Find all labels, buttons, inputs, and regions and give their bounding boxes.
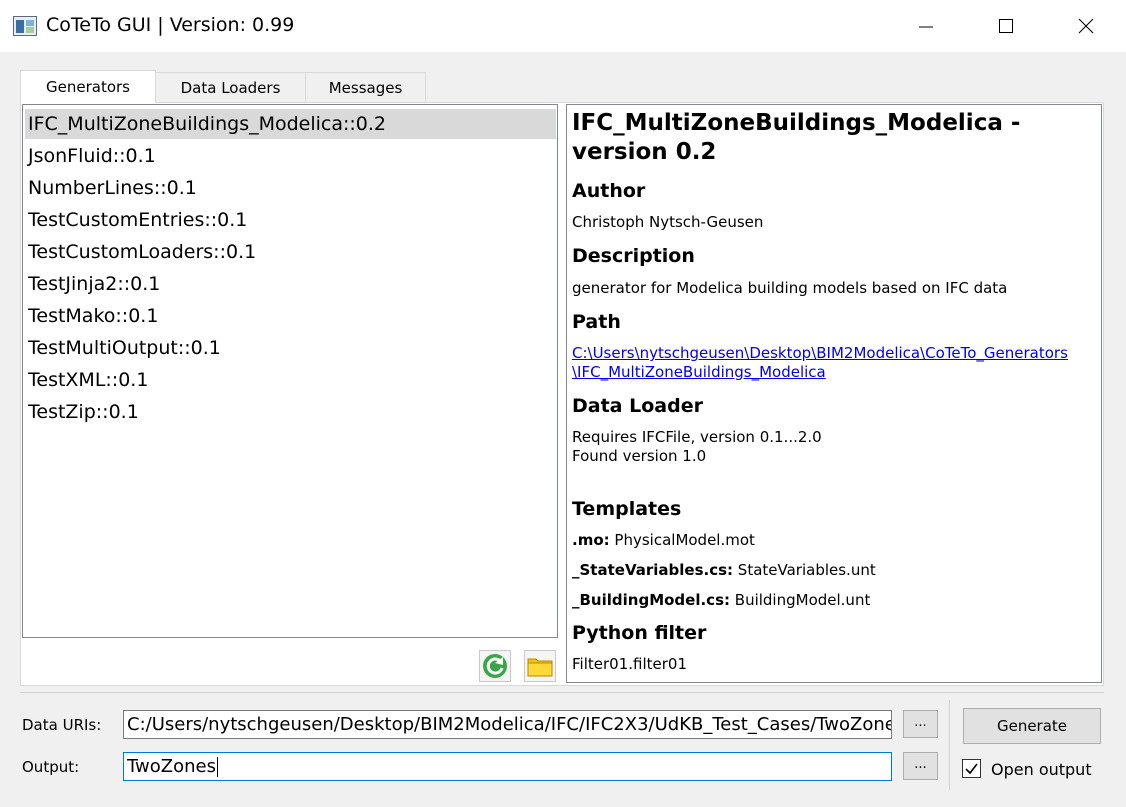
- checkmark-icon: [965, 763, 978, 775]
- folder-icon: [527, 658, 553, 677]
- maximize-button[interactable]: [966, 0, 1046, 52]
- generate-button[interactable]: Generate: [963, 708, 1101, 744]
- dataloader-found: Found version 1.0: [572, 447, 707, 465]
- path-link-continued[interactable]: \IFC_MultiZoneBuildings_Modelica: [572, 363, 826, 382]
- list-item[interactable]: TestXML::0.1: [28, 365, 148, 395]
- details-title: IFC_MultiZoneBuildings_Modelica - versio…: [572, 110, 1021, 165]
- refresh-icon: [483, 654, 507, 678]
- author-text: Christoph Nytsch-Geusen: [572, 213, 764, 231]
- window-title: CoTeTo GUI | Version: 0.99: [46, 14, 295, 36]
- browse-uris-button[interactable]: ...: [903, 710, 938, 738]
- output-value: TwoZones: [127, 756, 216, 777]
- template-value: BuildingModel.unt: [734, 591, 871, 609]
- tab-generators[interactable]: Generators: [20, 70, 156, 103]
- list-item[interactable]: TestCustomLoaders::0.1: [28, 237, 256, 267]
- open-output-label[interactable]: Open output: [991, 760, 1092, 779]
- data-uris-label: Data URIs:: [22, 716, 102, 734]
- filter-text: Filter01.filter01: [572, 655, 687, 673]
- filter-heading: Python filter: [572, 622, 707, 644]
- generator-details: IFC_MultiZoneBuildings_Modelica - versio…: [566, 104, 1102, 683]
- maximize-icon: [999, 19, 1013, 33]
- templates-heading: Templates: [572, 498, 682, 520]
- list-item[interactable]: TestMultiOutput::0.1: [28, 333, 221, 363]
- template-entry: _BuildingModel.cs: BuildingModel.unt: [572, 591, 870, 610]
- minimize-icon: [919, 26, 933, 28]
- template-entry: .mo: PhysicalModel.mot: [572, 531, 755, 550]
- template-entry: _StateVariables.cs: StateVariables.unt: [572, 561, 876, 580]
- template-key: .mo:: [572, 531, 610, 549]
- description-heading: Description: [572, 245, 695, 267]
- path-heading: Path: [572, 311, 621, 333]
- dataloader-requires: Requires IFCFile, version 0.1...2.0: [572, 428, 822, 446]
- output-label: Output:: [22, 758, 80, 776]
- dataloader-heading: Data Loader: [572, 395, 703, 417]
- template-key: _StateVariables.cs:: [572, 561, 734, 579]
- divider-vertical: [949, 700, 950, 790]
- template-key: _BuildingModel.cs:: [572, 591, 730, 609]
- list-item[interactable]: TestMako::0.1: [28, 301, 158, 331]
- tab-messages[interactable]: Messages: [305, 72, 426, 102]
- close-button[interactable]: [1046, 0, 1126, 52]
- list-item[interactable]: IFC_MultiZoneBuildings_Modelica::0.2: [25, 109, 556, 139]
- list-item[interactable]: NumberLines::0.1: [28, 173, 197, 203]
- list-item[interactable]: TestJinja2::0.1: [28, 269, 160, 299]
- template-value: PhysicalModel.mot: [614, 531, 755, 549]
- minimize-button[interactable]: [886, 0, 966, 52]
- list-item[interactable]: TestZip::0.1: [28, 397, 139, 427]
- data-uris-input[interactable]: C:/Users/nytschgeusen/Desktop/BIM2Modeli…: [123, 710, 892, 739]
- title-bar: CoTeTo GUI | Version: 0.99: [0, 0, 1126, 52]
- output-input[interactable]: TwoZones: [123, 752, 892, 781]
- tab-data-loaders[interactable]: Data Loaders: [155, 72, 306, 102]
- template-value: StateVariables.unt: [737, 561, 876, 579]
- divider: [20, 692, 1104, 693]
- open-folder-button[interactable]: [524, 650, 556, 682]
- author-heading: Author: [572, 180, 646, 202]
- list-item[interactable]: TestCustomEntries::0.1: [28, 205, 247, 235]
- browse-output-button[interactable]: ...: [903, 752, 938, 780]
- description-text: generator for Modelica building models b…: [572, 279, 1008, 297]
- refresh-button[interactable]: [479, 650, 511, 682]
- generator-list[interactable]: IFC_MultiZoneBuildings_Modelica::0.2 Jso…: [22, 104, 558, 638]
- app-icon: [13, 16, 37, 36]
- open-output-checkbox[interactable]: [962, 759, 981, 778]
- list-item[interactable]: JsonFluid::0.1: [28, 141, 156, 171]
- path-link[interactable]: C:\Users\nytschgeusen\Desktop\BIM2Modeli…: [572, 344, 1068, 363]
- text-caret: [216, 757, 218, 777]
- close-icon: [1078, 18, 1094, 34]
